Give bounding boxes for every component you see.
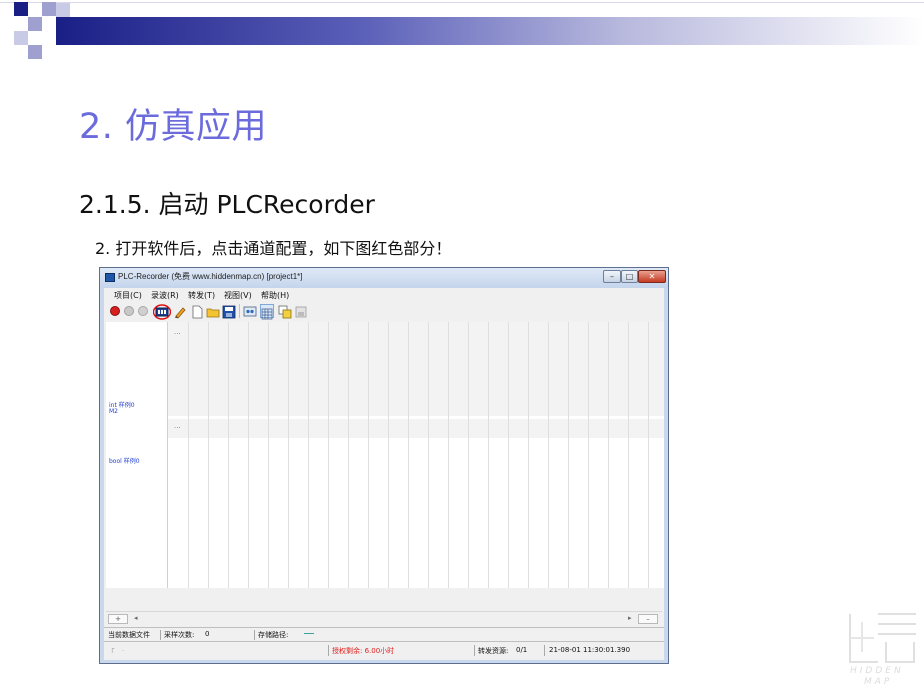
save-icon[interactable] xyxy=(222,304,236,319)
logo-text-line2: MAP xyxy=(864,677,893,687)
header-gradient-bar xyxy=(56,17,924,45)
export-icon[interactable] xyxy=(294,304,308,318)
grid-line xyxy=(308,322,309,588)
grid-line xyxy=(488,322,489,588)
logo-text: HIDDEN MAP xyxy=(850,666,904,688)
channel-ellipsis: ... xyxy=(174,422,181,430)
add-channel-button[interactable]: + xyxy=(108,614,128,624)
status-dot: . xyxy=(122,645,125,653)
waveform-chart[interactable]: ... ... xyxy=(168,322,664,588)
maximize-button[interactable]: □ xyxy=(621,270,638,283)
grid-line xyxy=(248,322,249,588)
grid-line xyxy=(428,322,429,588)
status-divider xyxy=(160,630,161,640)
status-bar-bottom: ┌ . 授权剩余: 6.00小时 转发资源: 0/1 21-08-01 11:3… xyxy=(104,641,664,658)
deco-square xyxy=(14,2,28,16)
close-button[interactable]: ✕ xyxy=(638,270,666,283)
pencil-icon[interactable] xyxy=(173,304,187,319)
grid-line xyxy=(268,322,269,588)
status-divider xyxy=(544,645,545,656)
grid-line xyxy=(328,322,329,588)
storage-path-label: 存储路径: xyxy=(258,631,289,639)
menu-record[interactable]: 录波(R) xyxy=(151,290,179,301)
current-file-label: 当前数据文件 xyxy=(108,631,150,639)
stop-icon[interactable] xyxy=(138,306,148,316)
open-folder-icon[interactable] xyxy=(206,304,220,318)
license-remaining: 授权剩余: 6.00小时 xyxy=(332,647,395,655)
grid-line xyxy=(388,322,389,588)
status-bar-top: 当前数据文件 采样次数: 0 存储路径: xyxy=(104,627,664,641)
status-divider xyxy=(328,645,329,656)
grid-line xyxy=(188,322,189,588)
grid-icon[interactable] xyxy=(260,304,274,320)
status-divider xyxy=(254,630,255,640)
grid-line xyxy=(628,322,629,588)
app-icon xyxy=(105,273,115,282)
channel-config-icon[interactable] xyxy=(152,304,172,320)
forward-resource-value: 0/1 xyxy=(516,646,528,654)
slide-title: 2. 仿真应用 xyxy=(79,107,268,147)
grid-line xyxy=(408,322,409,588)
menu-project[interactable]: 项目(C) xyxy=(114,290,142,301)
grid-line xyxy=(448,322,449,588)
menu-bar: 项目(C) 录波(R) 转发(T) 视图(V) 帮助(H) xyxy=(104,288,664,302)
grid-line xyxy=(468,322,469,588)
deco-square xyxy=(42,2,56,16)
logo-text-line1: HIDDEN xyxy=(850,666,904,676)
monitor-icon[interactable] xyxy=(243,304,257,318)
scroll-right-icon[interactable]: ▸ xyxy=(628,614,632,622)
new-file-icon[interactable] xyxy=(190,304,204,319)
grid-line xyxy=(588,322,589,588)
status-divider xyxy=(474,645,475,656)
copy-icon[interactable] xyxy=(278,304,292,319)
menu-view[interactable]: 视图(V) xyxy=(224,290,252,301)
forward-resource-label: 转发资源: xyxy=(478,647,509,655)
channel-band-int xyxy=(168,322,664,416)
grid-line xyxy=(348,322,349,588)
menu-help[interactable]: 帮助(H) xyxy=(261,290,289,301)
deco-square xyxy=(28,45,42,59)
top-rule xyxy=(0,2,924,3)
grid-line xyxy=(568,322,569,588)
grid-line xyxy=(528,322,529,588)
grid-line xyxy=(608,322,609,588)
toolbar-separator xyxy=(239,304,240,318)
channel-ellipsis: ... xyxy=(174,328,181,336)
record-icon[interactable] xyxy=(110,306,120,316)
grid-line xyxy=(228,322,229,588)
deco-square xyxy=(14,31,28,45)
channel-band-bool xyxy=(168,419,664,438)
horizontal-scrollbar[interactable]: + ◂ ▸ – xyxy=(106,611,662,625)
channel-sublabel-int: M2 xyxy=(109,408,118,415)
sample-count-label: 采样次数: xyxy=(164,631,195,639)
status-indicator-icon: ┌ xyxy=(110,645,115,653)
grid-line xyxy=(508,322,509,588)
channel-label-bool[interactable]: bool 样例0 xyxy=(109,456,140,465)
plc-recorder-window: PLC-Recorder (免费 www.hiddenmap.cn) [proj… xyxy=(99,267,669,664)
status-datetime: 21-08-01 11:30:01.390 xyxy=(549,646,631,654)
scroll-left-icon[interactable]: ◂ xyxy=(134,614,138,622)
channel-list-pane: int 样例0 M2 bool 样例0 xyxy=(106,322,168,588)
grid-line xyxy=(368,322,369,588)
remove-channel-button[interactable]: – xyxy=(638,614,658,624)
menu-forward[interactable]: 转发(T) xyxy=(188,290,215,301)
grid-line xyxy=(208,322,209,588)
minimize-button[interactable]: – xyxy=(603,270,621,283)
storage-path-indicator xyxy=(304,633,314,634)
pause-icon[interactable] xyxy=(124,306,134,316)
sample-count-value: 0 xyxy=(205,630,210,638)
step-instruction: 2. 打开软件后，点击通道配置，如下图红色部分！ xyxy=(95,239,452,258)
grid-line xyxy=(648,322,649,588)
deco-square xyxy=(56,3,70,17)
window-titlebar: PLC-Recorder (免费 www.hiddenmap.cn) [proj… xyxy=(100,268,668,288)
window-title: PLC-Recorder (免费 www.hiddenmap.cn) [proj… xyxy=(118,272,303,281)
toolbar xyxy=(104,302,664,320)
section-heading: 2.1.5. 启动 PLCRecorder xyxy=(79,190,375,219)
deco-square xyxy=(28,17,42,31)
grid-line xyxy=(288,322,289,588)
grid-line xyxy=(548,322,549,588)
window-client-area: 项目(C) 录波(R) 转发(T) 视图(V) 帮助(H) int 样例0 M2… xyxy=(104,288,664,660)
